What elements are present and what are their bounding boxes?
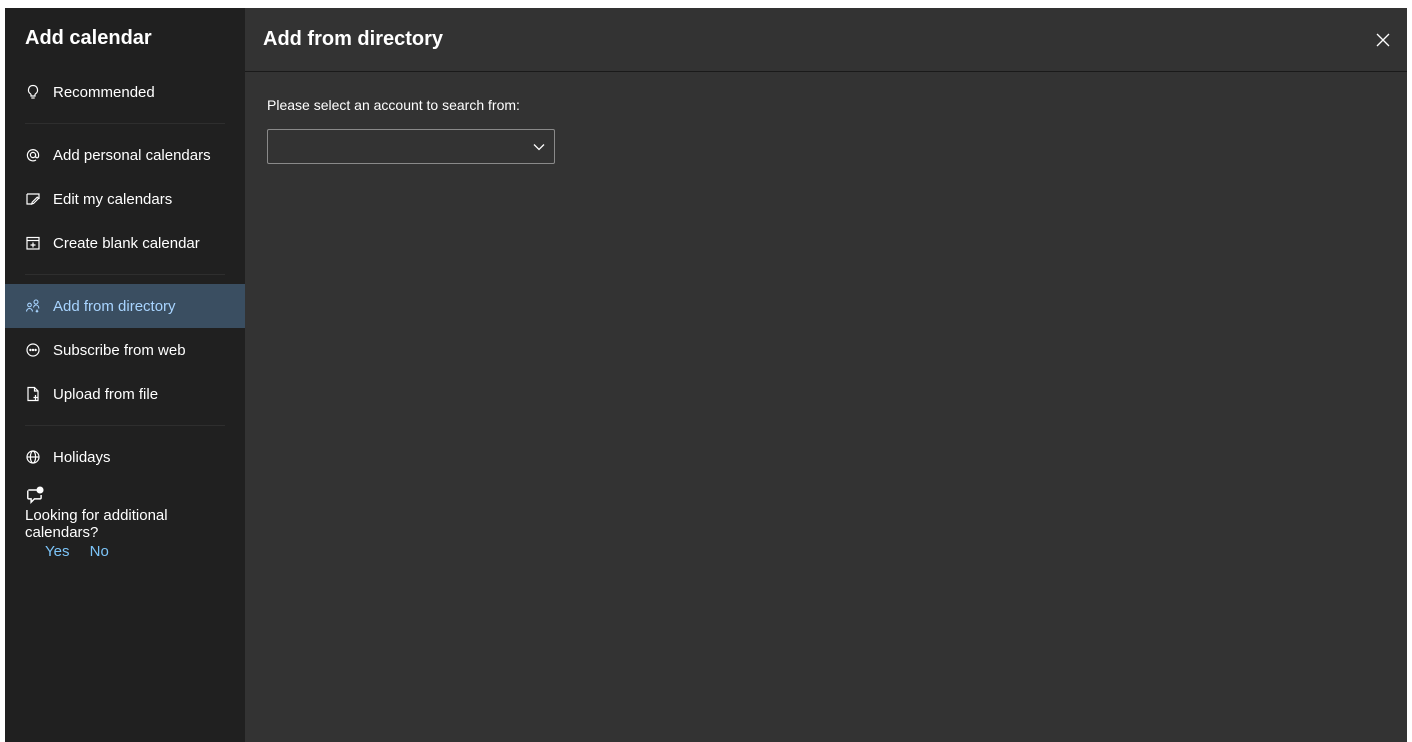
close-button[interactable] [1369, 26, 1397, 54]
account-select-label: Please select an account to search from: [267, 97, 520, 113]
divider [25, 425, 225, 426]
chat-feedback-icon [27, 486, 44, 504]
lightbulb-icon [23, 82, 43, 102]
main-panel: Add from directory Please select an acco… [245, 8, 1407, 742]
feedback-links: Yes No [25, 543, 245, 560]
nav-label: Subscribe from web [53, 341, 186, 359]
nav-item-add-personal-calendars[interactable]: Add personal calendars [5, 133, 245, 177]
nav-item-holidays[interactable]: Holidays [5, 435, 245, 479]
sidebar-title: Add calendar [25, 27, 152, 49]
link-circle-icon [23, 340, 43, 360]
nav-item-add-from-directory[interactable]: Add from directory [5, 284, 245, 328]
chevron-down-icon [533, 144, 545, 151]
at-sign-icon [23, 145, 43, 165]
edit-calendar-icon [23, 189, 43, 209]
nav-item-upload-from-file[interactable]: Upload from file [5, 372, 245, 416]
globe-icon [23, 447, 43, 467]
page-title: Add from directory [263, 28, 444, 50]
divider [25, 123, 225, 124]
feedback-yes-link[interactable]: Yes [45, 543, 69, 560]
feedback-prompt: Looking for additional calendars? Yes No [5, 485, 245, 560]
calendar-add-icon [23, 233, 43, 253]
close-icon [1376, 33, 1390, 47]
nav-item-recommended[interactable]: Recommended [5, 70, 245, 114]
nav-label: Holidays [53, 448, 111, 466]
nav-label: Add from directory [53, 297, 176, 315]
file-upload-icon [23, 384, 43, 404]
nav-label: Upload from file [53, 385, 159, 403]
nav-label: Edit my calendars [53, 190, 173, 208]
nav-label: Create blank calendar [53, 234, 200, 252]
sidebar: Add calendar Recommended Add personal ca… [5, 8, 245, 742]
nav-label: Recommended [53, 83, 155, 101]
nav-item-edit-my-calendars[interactable]: Edit my calendars [5, 177, 245, 221]
divider [25, 274, 225, 275]
people-search-icon [23, 296, 43, 316]
nav-label: Add personal calendars [53, 146, 211, 164]
nav-item-subscribe-from-web[interactable]: Subscribe from web [5, 328, 245, 372]
add-calendar-dialog: Add calendar Recommended Add personal ca… [5, 8, 1407, 742]
nav-item-create-blank-calendar[interactable]: Create blank calendar [5, 221, 245, 265]
account-select-dropdown[interactable] [267, 129, 555, 164]
main-header: Add from directory [245, 8, 1407, 72]
feedback-no-link[interactable]: No [90, 543, 109, 560]
feedback-text: Looking for additional calendars? [25, 507, 168, 541]
